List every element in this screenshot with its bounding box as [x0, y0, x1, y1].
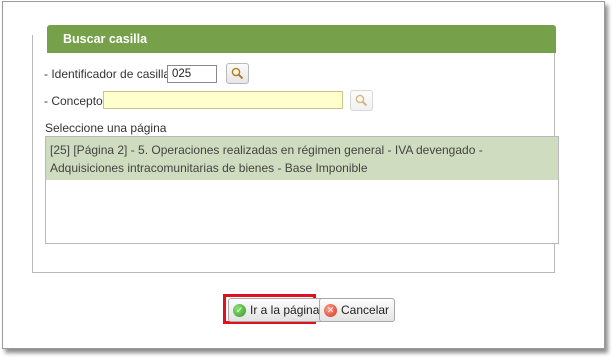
- concept-field[interactable]: [103, 91, 343, 109]
- id-label: - Identificador de casilla: [44, 67, 171, 81]
- go-to-page-button[interactable]: ✓ Ir a la página: [228, 298, 326, 322]
- list-label: Seleccione una página: [45, 121, 167, 135]
- cancel-button[interactable]: ✕ Cancelar: [319, 298, 396, 322]
- panel-title: Buscar casilla: [47, 25, 556, 53]
- magnifier-icon: [355, 94, 368, 107]
- id-search-button[interactable]: [226, 63, 249, 84]
- x-circle-icon: ✕: [324, 303, 337, 317]
- magnifier-icon: [231, 67, 244, 80]
- go-to-page-label: Ir a la página: [250, 303, 320, 317]
- cancel-label: Cancelar: [341, 303, 390, 317]
- concept-label: - Concepto: [44, 94, 103, 108]
- concept-search-button[interactable]: [350, 90, 373, 111]
- check-circle-icon: ✓: [233, 303, 246, 317]
- id-field[interactable]: [167, 65, 217, 83]
- list-item[interactable]: [25] [Página 2] - 5. Operaciones realiza…: [46, 137, 558, 180]
- page-listbox[interactable]: [25] [Página 2] - 5. Operaciones realiza…: [45, 136, 559, 244]
